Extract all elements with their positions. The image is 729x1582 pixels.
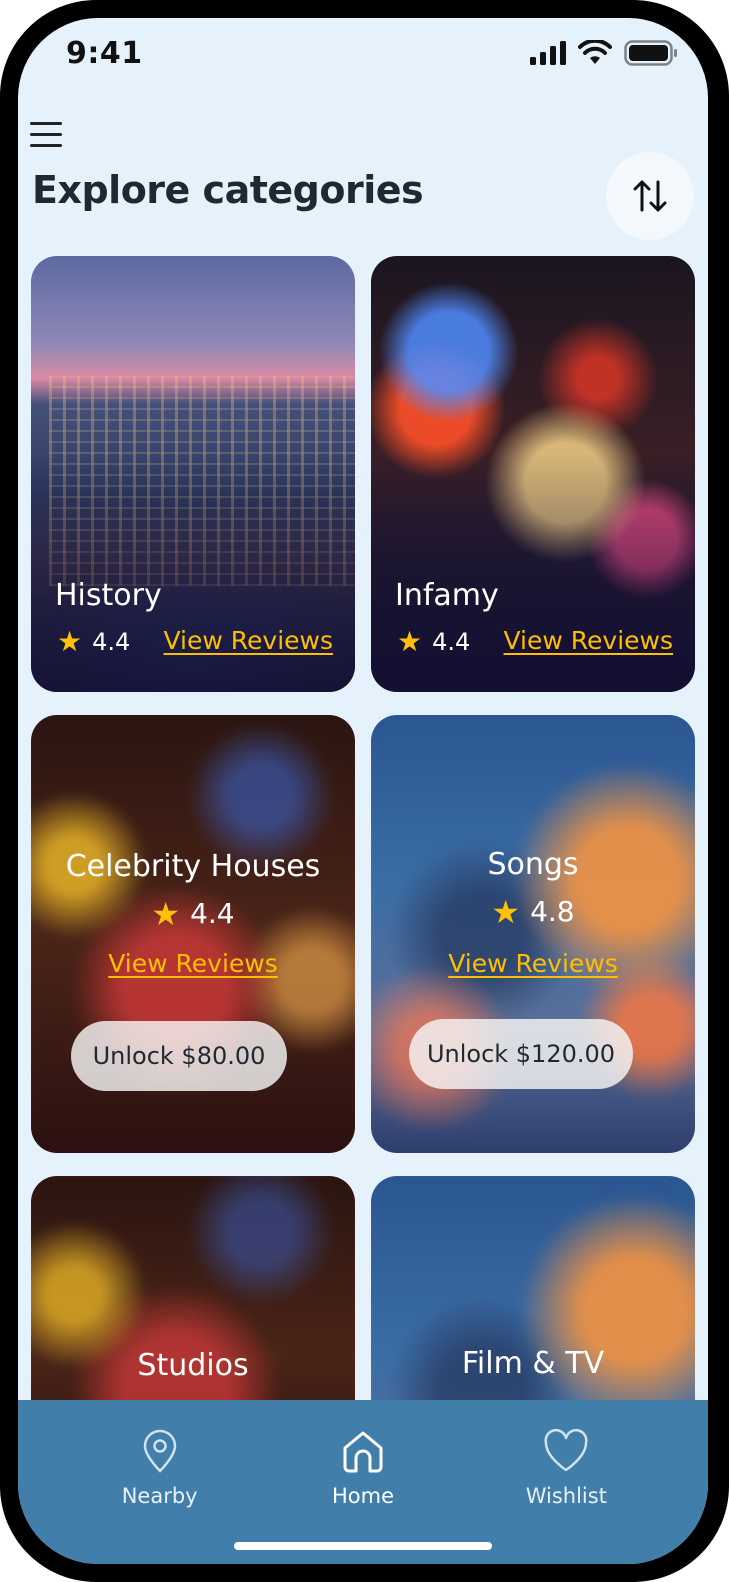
rating: ★ 4.4 (31, 897, 355, 930)
sort-arrows-icon (633, 180, 667, 212)
wifi-icon (578, 40, 612, 64)
heart-icon (544, 1429, 588, 1472)
category-card-songs[interactable]: Songs ★ 4.8 View Reviews Unlock $120.00 (371, 715, 695, 1153)
battery-icon (624, 40, 677, 66)
home-icon (343, 1431, 383, 1473)
view-reviews-link[interactable]: View Reviews (504, 626, 674, 655)
category-card-history[interactable]: History ★ 4.4 View Reviews (31, 256, 355, 692)
category-title: Celebrity Houses (65, 849, 321, 884)
rating-value: 4.4 (92, 628, 131, 656)
star-icon: ★ (57, 625, 83, 658)
category-title: Infamy (395, 578, 499, 613)
home-indicator (234, 1542, 492, 1550)
nav-item-home[interactable]: Home (283, 1400, 443, 1564)
phone-frame: 9:41 Explore categories History ★ 4.4 Vi… (0, 0, 729, 1582)
star-icon: ★ (491, 892, 521, 931)
view-reviews-link[interactable]: View Reviews (31, 949, 355, 978)
rating: ★ 4.4 (57, 625, 131, 658)
nav-label: Home (331, 1484, 394, 1508)
unlock-button[interactable]: Unlock $80.00 (71, 1021, 287, 1091)
rating: ★ 4.8 (371, 895, 695, 928)
category-title: History (55, 578, 162, 613)
menu-button[interactable] (30, 120, 64, 150)
category-title: Studios (137, 1348, 249, 1383)
sort-button[interactable] (606, 152, 694, 240)
category-card-celebrity-houses[interactable]: Celebrity Houses ★ 4.4 View Reviews Unlo… (31, 715, 355, 1153)
location-pin-icon (143, 1429, 176, 1473)
rating-value: 4.8 (530, 895, 575, 928)
nav-item-nearby[interactable]: Nearby (80, 1400, 240, 1564)
rating-value: 4.4 (190, 897, 235, 930)
nav-item-wishlist[interactable]: Wishlist (486, 1400, 646, 1564)
category-title: Songs (487, 847, 579, 882)
view-reviews-link[interactable]: View Reviews (371, 949, 695, 978)
category-title: Film & TV (461, 1346, 605, 1381)
rating-value: 4.4 (432, 628, 471, 656)
view-reviews-link[interactable]: View Reviews (164, 626, 334, 655)
app-screen: 9:41 Explore categories History ★ 4.4 Vi… (18, 18, 708, 1564)
rating: ★ 4.4 (397, 625, 471, 658)
page-title: Explore categories (32, 168, 424, 212)
nav-label: Wishlist (525, 1484, 607, 1508)
star-icon: ★ (397, 625, 423, 658)
nav-label: Nearby (121, 1484, 198, 1508)
cellular-signal-icon (530, 41, 566, 65)
status-icons (530, 40, 678, 66)
status-time: 9:41 (66, 36, 143, 71)
bottom-navigation: Nearby Home Wishlist (18, 1400, 708, 1564)
unlock-button[interactable]: Unlock $120.00 (409, 1019, 633, 1089)
category-card-infamy[interactable]: Infamy ★ 4.4 View Reviews (371, 256, 695, 692)
star-icon: ★ (151, 894, 181, 933)
